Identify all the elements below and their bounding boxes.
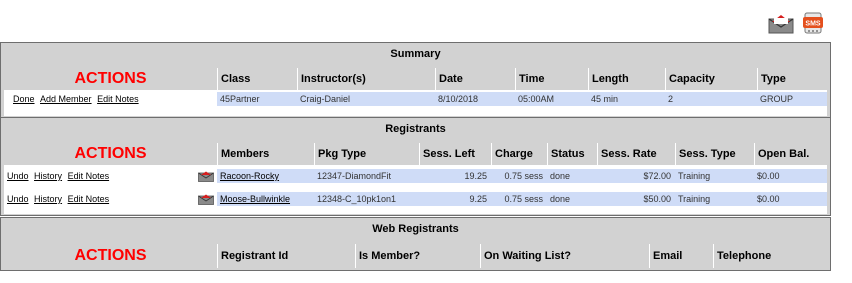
registrants-grid: ACTIONS Members Pkg Type Sess. Left Char… (4, 143, 827, 214)
col-length: Length (588, 68, 665, 90)
sms-icon[interactable]: SMS (802, 11, 824, 35)
col-registrant-id: Registrant Id (217, 244, 355, 268)
summary-length: 45 min (588, 92, 665, 106)
col-members: Members (217, 143, 314, 165)
status-cell: done (547, 192, 597, 206)
summary-type: GROUP (757, 92, 827, 106)
summary-row: Done Add Member Edit Notes 45Partner Cra… (4, 92, 827, 106)
web-registrants-section: Web Registrants ACTIONS Registrant Id Is… (0, 217, 831, 271)
undo-link[interactable]: Undo (7, 194, 29, 204)
registrant-row: Undo History Edit Notes Moose-Bullwinkle… (4, 192, 827, 206)
sess-type-cell: Training (675, 192, 754, 206)
col-open-bal: Open Bal. (754, 143, 827, 165)
charge-cell: 0.75 sess (491, 192, 547, 206)
done-link[interactable]: Done (13, 94, 35, 104)
envelope-icon[interactable] (198, 171, 214, 182)
col-type: Type (757, 68, 827, 90)
col-capacity: Capacity (665, 68, 757, 90)
col-sess-left: Sess. Left (419, 143, 491, 165)
undo-link[interactable]: Undo (7, 171, 29, 181)
col-on-waiting-list: On Waiting List? (480, 244, 649, 268)
col-time: Time (515, 68, 588, 90)
summary-class: 45Partner (217, 92, 297, 106)
col-date: Date (435, 68, 515, 90)
pkg-type-cell: 12348-C_10pk1on1 (314, 192, 419, 206)
summary-grid: ACTIONS Class Instructor(s) Date Time Le… (4, 68, 827, 116)
col-class: Class (217, 68, 297, 90)
registrants-actions-heading: ACTIONS (4, 143, 217, 165)
web-registrants-grid: ACTIONS Registrant Id Is Member? On Wait… (4, 244, 827, 268)
summary-actions-heading: ACTIONS (4, 68, 217, 90)
summary-section: Summary ACTIONS Class Instructor(s) Date… (0, 42, 831, 118)
registrants-title: Registrants (385, 123, 446, 135)
col-sess-type: Sess. Type (675, 143, 754, 165)
add-member-link[interactable]: Add Member (40, 94, 92, 104)
col-charge: Charge (491, 143, 547, 165)
registrant-row: Undo History Edit Notes Racoon-Rocky 123… (4, 169, 827, 183)
col-status: Status (547, 143, 597, 165)
col-instructors: Instructor(s) (297, 68, 435, 90)
open-bal-cell: $0.00 (754, 192, 827, 206)
edit-notes-link[interactable]: Edit Notes (68, 171, 110, 181)
sess-rate-cell: $50.00 (597, 192, 675, 206)
pkg-type-cell: 12347-DiamondFit (314, 169, 419, 183)
summary-capacity: 2 (665, 92, 757, 106)
summary-date: 8/10/2018 (435, 92, 515, 106)
summary-time: 05:00AM (515, 92, 588, 106)
edit-notes-link[interactable]: Edit Notes (97, 94, 139, 104)
edit-notes-link[interactable]: Edit Notes (68, 194, 110, 204)
registrants-section: Registrants ACTIONS Members Pkg Type Ses… (0, 117, 831, 216)
web-actions-heading: ACTIONS (4, 244, 217, 268)
envelope-icon[interactable] (198, 194, 214, 205)
member-name-cell: Racoon-Rocky (217, 169, 314, 183)
summary-instructor: Craig-Daniel (297, 92, 435, 106)
sess-rate-cell: $72.00 (597, 169, 675, 183)
charge-cell: 0.75 sess (491, 169, 547, 183)
history-link[interactable]: History (34, 171, 62, 181)
web-registrants-title: Web Registrants (372, 223, 459, 235)
summary-title: Summary (390, 48, 441, 60)
sess-type-cell: Training (675, 169, 754, 183)
col-email: Email (649, 244, 713, 268)
status-cell: done (547, 169, 597, 183)
sess-left-cell: 9.25 (419, 192, 491, 206)
col-telephone: Telephone (713, 244, 827, 268)
email-icon[interactable] (768, 14, 794, 34)
registrant-actions-cell: Undo History Edit Notes (4, 192, 217, 206)
member-link[interactable]: Racoon-Rocky (220, 171, 279, 181)
member-link[interactable]: Moose-Bullwinkle (220, 194, 290, 204)
member-name-cell: Moose-Bullwinkle (217, 192, 314, 206)
svg-text:SMS: SMS (805, 21, 821, 28)
col-is-member: Is Member? (355, 244, 480, 268)
open-bal-cell: $0.00 (754, 169, 827, 183)
summary-actions-cell: Done Add Member Edit Notes (4, 92, 217, 106)
col-sess-rate: Sess. Rate (597, 143, 675, 165)
sess-left-cell: 19.25 (419, 169, 491, 183)
history-link[interactable]: History (34, 194, 62, 204)
registrant-actions-cell: Undo History Edit Notes (4, 169, 217, 183)
top-toolbar: SMS (766, 9, 826, 37)
col-pkg-type: Pkg Type (314, 143, 419, 165)
